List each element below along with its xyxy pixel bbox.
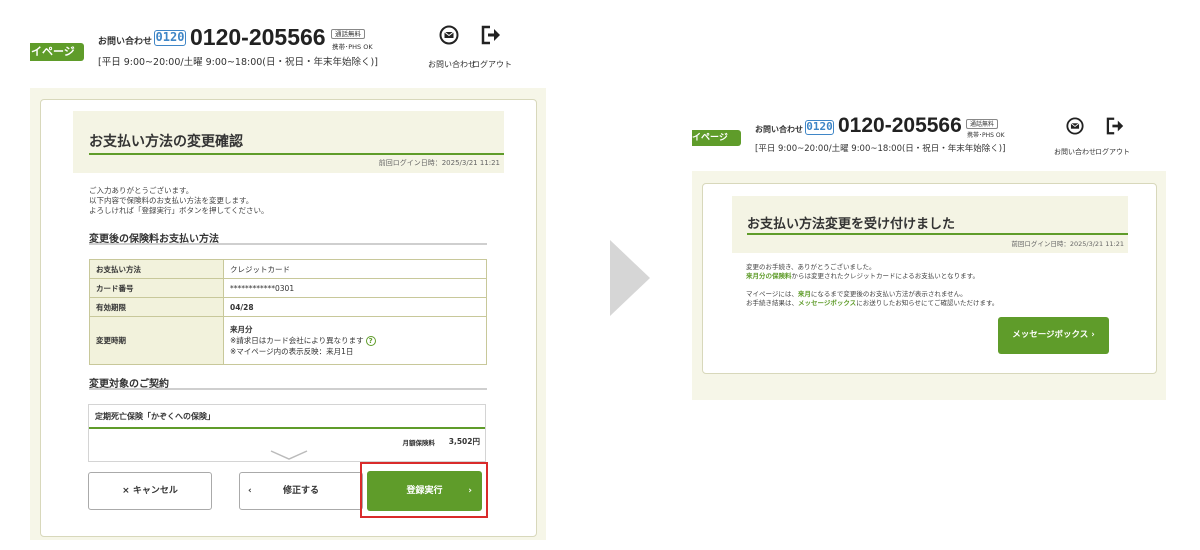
table-row: カード番号 ************0301	[89, 278, 487, 298]
page-title: お支払い方法の変更確認	[89, 134, 243, 150]
contact-icon-label[interactable]: お問い合わせ	[428, 59, 476, 70]
site-header: イページ お問い合わせ 0120 0120-205566 通話無料 携帯･PHS…	[30, 10, 546, 88]
contract-name: 定期死亡保険「かぞくへの保険」	[95, 412, 215, 421]
table-row: お支払い方法 クレジットカード	[89, 259, 487, 279]
section-rule	[89, 388, 487, 390]
complete-title-band: お支払い方法変更を受け付けました 前回ログイン日時：2025/3/21 11:2…	[732, 196, 1128, 253]
call-free-badge: 通話無料	[331, 29, 365, 39]
contract-rule	[89, 427, 485, 429]
page-title: お支払い方法変更を受け付けました	[747, 217, 956, 232]
contract-card[interactable]: 定期死亡保険「かぞくへの保険」 月額保険料 3,502円	[88, 404, 486, 462]
row-label: 変更時期	[89, 316, 224, 365]
payment-info-table: お支払い方法 クレジットカード カード番号 ************0301 有…	[89, 259, 487, 365]
flow-arrow-icon	[610, 240, 650, 316]
logout-icon[interactable]	[1106, 117, 1126, 135]
message-box-button[interactable]: メッセージボックス ›	[998, 317, 1109, 354]
row-label: お支払い方法	[89, 259, 224, 279]
title-rule	[89, 153, 504, 155]
row-value: ************0301	[223, 278, 487, 298]
freedial-badge: 0120	[154, 30, 186, 46]
table-row: 変更時期 来月分 ※請求日はカード会社により異なります? ※マイページ内の表示反…	[89, 316, 487, 365]
premium-value: 3,502円	[448, 437, 480, 446]
chevron-down-icon[interactable]	[269, 447, 309, 461]
mypage-tab[interactable]: イページ	[30, 43, 84, 61]
business-hours: [平日 9:00~20:00/土曜 9:00~18:00(日・祝日・年末年始除く…	[98, 57, 378, 68]
help-icon[interactable]: ?	[365, 336, 376, 346]
complete-message: 変更のお手続き、ありがとうございました。 来月分の保険料からは変更されたクレジッ…	[746, 263, 999, 307]
fix-button[interactable]: ‹ 修正する	[239, 472, 363, 510]
submit-button[interactable]: 登録実行 ›	[367, 471, 482, 511]
logout-icon[interactable]	[481, 25, 503, 45]
row-label: 有効期限	[89, 297, 224, 317]
mobile-ok-label: 携帯･PHS OK	[332, 43, 373, 51]
phone-number[interactable]: 0120-205566	[838, 114, 962, 138]
table-row: 有効期限 04/28	[89, 297, 487, 317]
confirm-title-band: お支払い方法の変更確認 前回ログイン日時：2025/3/21 11:21	[73, 111, 504, 173]
mail-icon[interactable]	[1066, 117, 1084, 135]
phone-number[interactable]: 0120-205566	[190, 24, 326, 51]
title-rule	[747, 233, 1128, 235]
logout-label[interactable]: ログアウト	[472, 59, 512, 70]
intro-text: ご入力ありがとうございます。 以下内容で保険料のお支払い方法を変更します。 よろ…	[89, 186, 269, 215]
row-value: 来月分 ※請求日はカード会社により異なります? ※マイページ内の表示反映：来月1…	[223, 316, 487, 365]
call-free-badge: 通話無料	[966, 119, 998, 129]
row-value: 04/28	[223, 297, 487, 317]
row-label: カード番号	[89, 278, 224, 298]
complete-panel: お支払い方法変更を受け付けました 前回ログイン日時：2025/3/21 11:2…	[702, 183, 1157, 374]
business-hours: [平日 9:00~20:00/土曜 9:00~18:00(日・祝日・年末年始除く…	[755, 144, 1006, 154]
mail-icon[interactable]	[439, 25, 459, 45]
confirm-screen: イページ お問い合わせ 0120 0120-205566 通話無料 携帯･PHS…	[30, 10, 546, 540]
contact-label: お問い合わせ	[755, 125, 803, 134]
site-header: イページ お問い合わせ 0120 0120-205566 通話無料 携帯･PHS…	[692, 103, 1166, 171]
logout-label[interactable]: ログアウト	[1095, 147, 1130, 157]
last-login: 前回ログイン日時：2025/3/21 11:21	[1011, 240, 1124, 248]
section-rule	[89, 243, 487, 245]
chevron-left-icon: ‹	[248, 486, 252, 496]
complete-screen: イページ お問い合わせ 0120 0120-205566 通話無料 携帯･PHS…	[692, 103, 1166, 400]
chevron-right-icon: ›	[468, 486, 472, 496]
mypage-tab[interactable]: イページ	[692, 130, 741, 146]
last-login: 前回ログイン日時：2025/3/21 11:21	[378, 159, 500, 167]
contact-icon-label[interactable]: お問い合わせ	[1054, 147, 1096, 157]
mobile-ok-label: 携帯･PHS OK	[967, 132, 1005, 139]
row-value: クレジットカード	[223, 259, 487, 279]
cancel-button[interactable]: × キャンセル	[88, 472, 212, 510]
contact-label: お問い合わせ	[98, 37, 153, 47]
freedial-badge: 0120	[805, 120, 834, 135]
premium-label: 月額保険料	[402, 439, 436, 447]
